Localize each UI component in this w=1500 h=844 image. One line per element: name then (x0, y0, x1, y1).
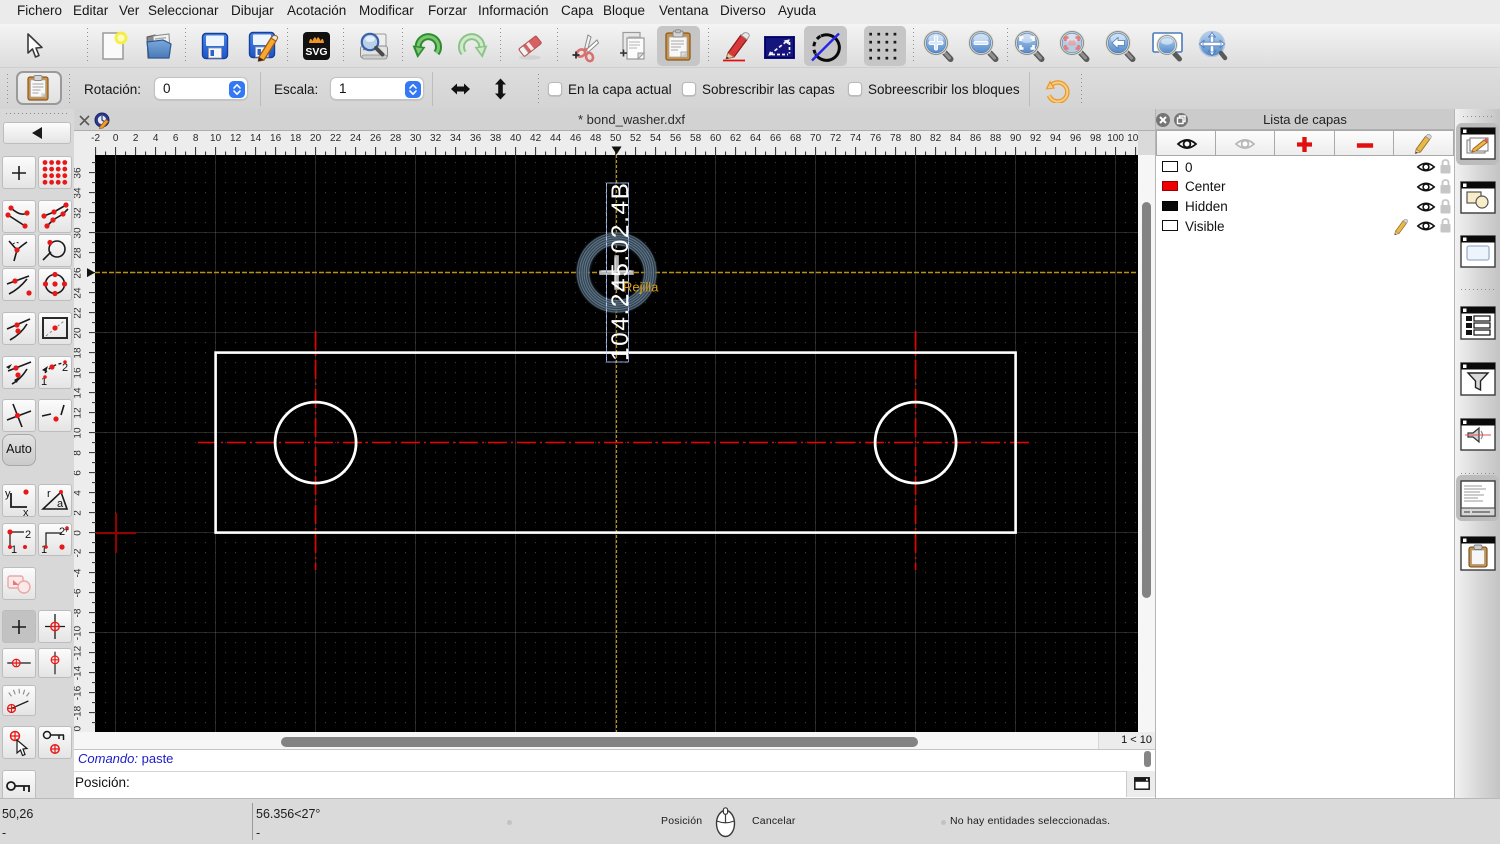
svg-text:1: 1 (11, 544, 17, 555)
svg-text:2: 2 (62, 362, 68, 374)
svg-text:x: x (23, 507, 29, 516)
svg-text:r: r (47, 488, 51, 500)
svg-text:SVG: SVG (305, 46, 327, 58)
svg-text:2: 2 (25, 529, 31, 541)
svg-text:Rejilla: Rejilla (623, 280, 659, 295)
svg-text:y: y (5, 488, 11, 500)
svg-text:a: a (57, 498, 64, 510)
svg-text:104.245.02.4B: 104.245.02.4B (607, 183, 634, 361)
